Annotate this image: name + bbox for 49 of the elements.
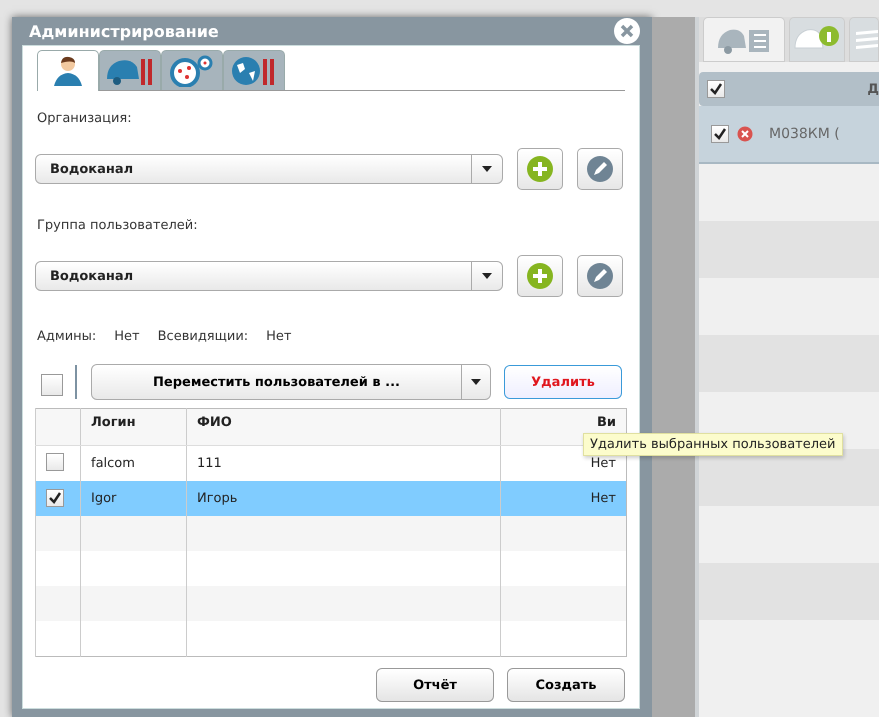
dropdown[interactable]: Водоканал [35, 154, 503, 184]
tab[interactable] [99, 50, 161, 90]
add-button[interactable] [517, 148, 563, 190]
close-icon [620, 24, 634, 38]
tab[interactable] [223, 50, 285, 90]
flag-label: Админы: [37, 329, 96, 344]
vehicle-name: М038КМ ( [769, 126, 840, 142]
edit-button[interactable] [577, 148, 623, 190]
tab[interactable] [37, 50, 99, 91]
table-cell: Нет [590, 456, 616, 471]
plus-icon [526, 262, 554, 290]
move-users-dropdown[interactable]: Переместить пользователей в ... [91, 364, 491, 400]
pencil-icon [586, 262, 614, 290]
pencil-icon [586, 155, 614, 183]
flag-value: Нет [266, 329, 292, 344]
column-header: Д [867, 82, 879, 96]
row-checkbox[interactable] [711, 125, 729, 143]
table-cell: 111 [197, 456, 222, 471]
column-header: Логин [91, 415, 136, 430]
action-button[interactable]: Отчёт [376, 668, 494, 702]
row-checkbox[interactable] [46, 452, 64, 470]
flag-label: Всевидящии: [158, 329, 248, 344]
flag-value: Нет [114, 329, 140, 344]
close-button[interactable] [614, 18, 640, 44]
caret-icon [482, 273, 492, 279]
column-header: Ви [596, 415, 616, 430]
table-cell: Igor [91, 491, 116, 506]
edit-button[interactable] [577, 255, 623, 297]
row-checkbox[interactable] [46, 488, 64, 506]
plus-icon [526, 155, 554, 183]
column-header: ФИО [197, 415, 232, 430]
table-cell: Игорь [197, 491, 238, 506]
tooltip: Удалить выбранных пользователей [583, 433, 842, 456]
caret-icon [482, 166, 492, 172]
add-button[interactable] [517, 255, 563, 297]
table-cell: falcom [91, 456, 135, 471]
select-all-checkbox[interactable] [707, 80, 725, 98]
select-all-checkbox[interactable] [41, 374, 63, 396]
delete-button[interactable]: Удалить [504, 365, 622, 399]
window-title: Администрирование [29, 22, 219, 40]
field-label: Организация: [37, 111, 133, 126]
user-icon [53, 55, 83, 87]
field-label: Группа пользователей: [37, 218, 199, 233]
caret-icon [471, 379, 481, 385]
table-cell: Нет [590, 491, 616, 506]
tab[interactable] [161, 50, 223, 90]
action-button[interactable]: Создать [507, 668, 625, 702]
error-icon [737, 126, 753, 142]
dropdown[interactable]: Водоканал [35, 261, 503, 291]
